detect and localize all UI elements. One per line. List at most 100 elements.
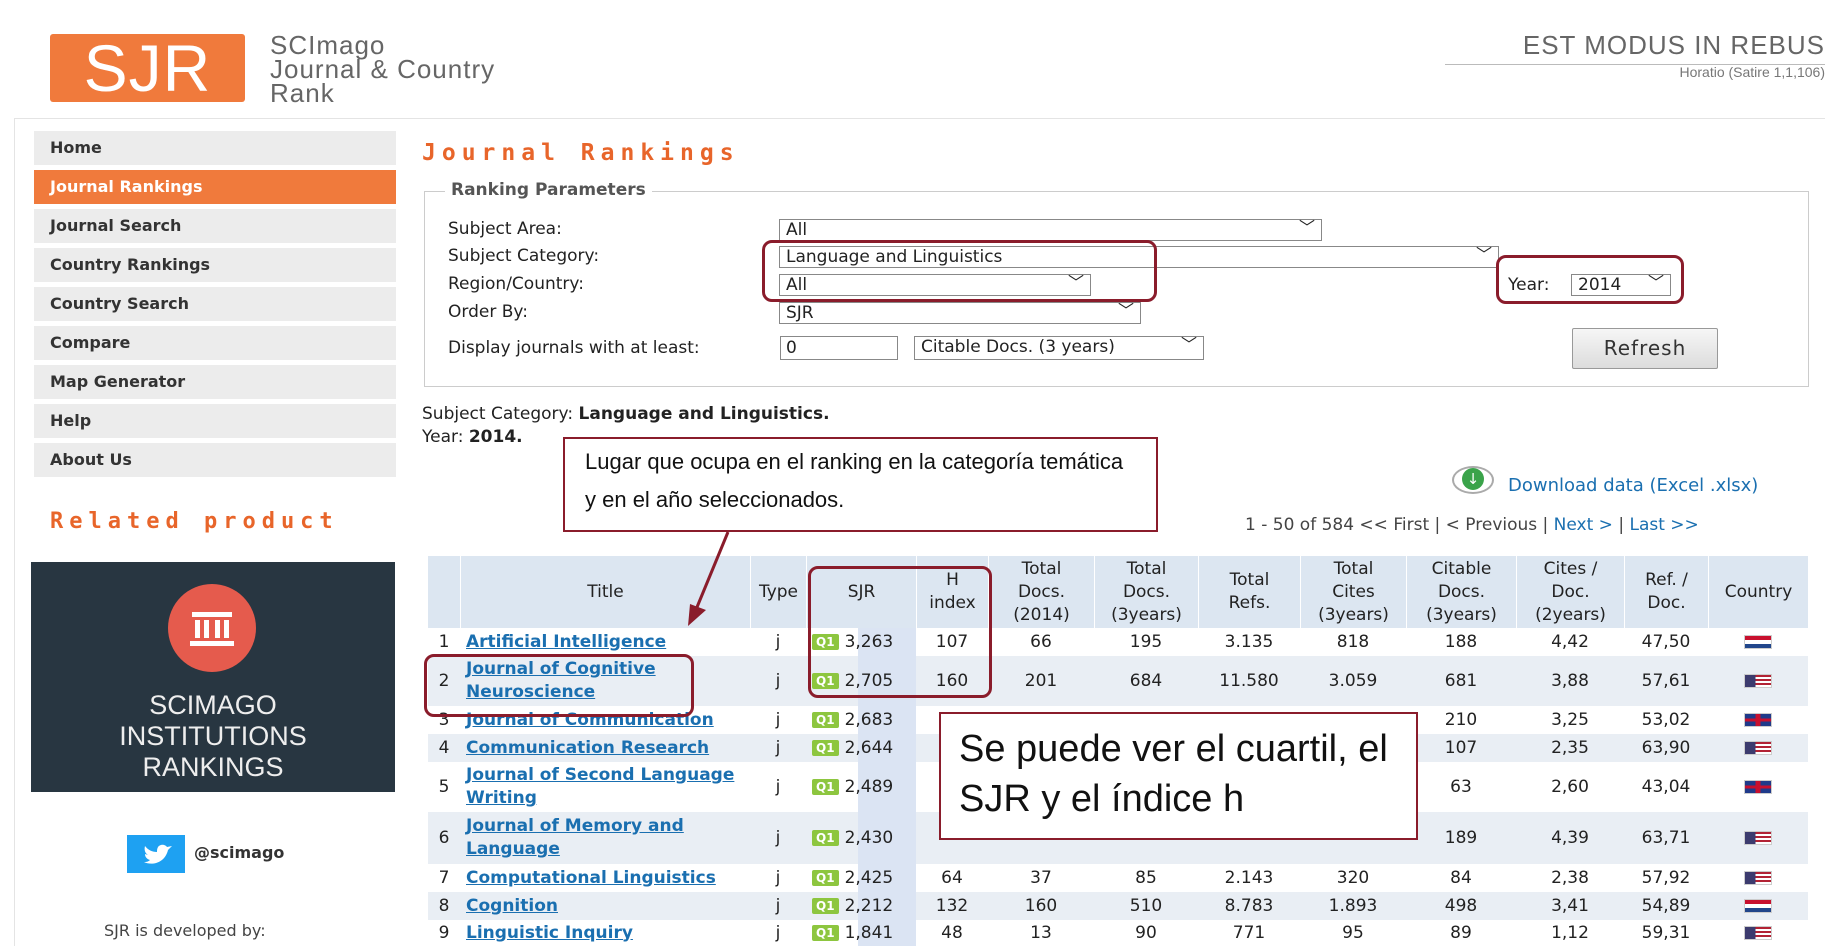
motto: EST MODUS IN REBUS	[1445, 30, 1825, 65]
subject-area-select[interactable]: All ﹀	[779, 218, 1322, 241]
sjr-cell: Q1 2,425	[812, 864, 916, 892]
twitter-handle[interactable]: @scimago	[194, 843, 284, 862]
title-cell: Journal of Second Language Writing	[466, 762, 746, 812]
order-by-select[interactable]: SJR ﹀	[779, 301, 1141, 324]
col-total-docs-2014[interactable]: Total Docs. (2014)	[988, 556, 1094, 628]
country-cell	[1708, 762, 1808, 812]
twitter-icon[interactable]	[127, 835, 185, 873]
chevron-down-icon: ﹀	[1180, 335, 1197, 354]
subject-area-label: Subject Area:	[448, 219, 562, 239]
institutions-rankings-banner[interactable]: SCIMAGO INSTITUTIONS RANKINGS	[31, 562, 395, 792]
sjr-value: 2,489	[844, 777, 894, 797]
sjr-value: 2,430	[844, 828, 894, 848]
cites-doc-cell: 4,39	[1551, 828, 1589, 848]
sidebar-item-journal-rankings[interactable]: Journal Rankings	[34, 170, 396, 204]
col-country[interactable]: Country	[1708, 556, 1808, 628]
title-cell: Artificial Intelligence	[466, 628, 746, 656]
highlight-category-region	[762, 240, 1157, 302]
motto-source: Horatio (Satire 1,1,106)	[1679, 64, 1825, 80]
chevron-down-icon: ﹀	[1475, 245, 1492, 264]
country-cell	[1708, 734, 1808, 762]
ref-doc-cell: 43,04	[1641, 777, 1691, 797]
netherlands-flag-icon	[1744, 899, 1772, 913]
journal-title-link[interactable]: Journal of Second Language Writing	[466, 764, 746, 810]
chevron-down-icon: ﹀	[1298, 218, 1315, 237]
sjr-value: 2,425	[844, 868, 894, 888]
journal-title-link[interactable]: Artificial Intelligence	[466, 631, 666, 654]
min-docs-input[interactable]: 0	[780, 336, 898, 360]
cites-doc-cell: 2,35	[1551, 738, 1589, 758]
type-cell: j	[775, 710, 781, 730]
sidebar-item-compare[interactable]: Compare	[34, 326, 396, 360]
country-cell	[1708, 656, 1808, 706]
col-type[interactable]: Type	[750, 556, 806, 628]
uk-flag-icon	[1744, 713, 1772, 727]
journal-title-link[interactable]: Computational Linguistics	[466, 867, 716, 890]
type-cell: j	[775, 868, 781, 888]
ref-doc-cell: 47,50	[1641, 632, 1691, 652]
rank-cell: 6	[438, 828, 450, 848]
netherlands-flag-icon	[1744, 635, 1772, 649]
ref-doc-cell: 54,89	[1641, 896, 1691, 916]
type-cell: j	[775, 671, 781, 691]
col-total-refs[interactable]: Total Refs.	[1198, 556, 1300, 628]
min-docs-type-select[interactable]: Citable Docs. (3 years) ﹀	[914, 335, 1204, 360]
ref-doc-cell: 57,61	[1641, 671, 1691, 691]
sjr-logo[interactable]: SJR	[50, 34, 245, 102]
region-label: Region/Country:	[448, 274, 584, 294]
uk-flag-icon	[1744, 780, 1772, 794]
sjr-value: 2,683	[844, 710, 894, 730]
quartile-badge: Q1	[812, 898, 839, 914]
next-page-link[interactable]: Next >	[1554, 515, 1613, 535]
journal-title-link[interactable]: Cognition	[466, 895, 558, 918]
subject-category-label: Subject Category:	[448, 246, 600, 266]
quartile-badge: Q1	[812, 779, 839, 795]
callout-arrow	[688, 531, 730, 626]
col-total-cites-3y[interactable]: Total Cites (3years)	[1300, 556, 1406, 628]
chevron-down-icon: ﹀	[1117, 301, 1134, 320]
sidebar-item-country-search[interactable]: Country Search	[34, 287, 396, 321]
rank-cell: 7	[438, 868, 450, 888]
last-page-link[interactable]: Last >>	[1629, 515, 1698, 535]
h-cell: 64	[941, 868, 963, 888]
col-cites-per-doc[interactable]: Cites / Doc. (2years)	[1516, 556, 1624, 628]
sidebar-item-about-us[interactable]: About Us	[34, 443, 396, 477]
pagination-range: 1 - 50 of 584 << First | < Previous |	[1245, 515, 1554, 535]
type-cell: j	[775, 828, 781, 848]
page-title: Journal Rankings	[422, 140, 740, 166]
title-cell: Linguistic Inquiry	[466, 920, 746, 946]
country-cell	[1708, 920, 1808, 946]
summary-year-label: Year:	[422, 427, 469, 447]
table-row: 9 Linguistic Inquiry Q1 1,841 j 48 13 90 771 95 89…	[428, 920, 1808, 946]
sidebar-item-country-rankings[interactable]: Country Rankings	[34, 248, 396, 282]
sidebar-item-journal-search[interactable]: Journal Search	[34, 209, 396, 243]
citable3y-cell: 681	[1444, 671, 1478, 691]
col-total-docs-3y[interactable]: Total Docs. (3years)	[1094, 556, 1198, 628]
citable3y-cell: 210	[1444, 710, 1478, 730]
cites3y-cell: 320	[1336, 868, 1370, 888]
sjr-value: 2,644	[844, 738, 894, 758]
download-data-link[interactable]: Download data (Excel .xlsx)	[1508, 475, 1758, 496]
sidebar-divider	[14, 118, 15, 946]
download-icon[interactable]: ↓	[1462, 468, 1484, 490]
journal-title-link[interactable]: Communication Research	[466, 737, 709, 760]
sidebar-item-map-generator[interactable]: Map Generator	[34, 365, 396, 399]
subject-area-value: All	[786, 220, 808, 240]
cites-doc-cell: 1,12	[1551, 923, 1589, 943]
docs3y-cell: 90	[1135, 923, 1157, 943]
table-row: 1 Artificial Intelligence Q1 3,263 j 107 66 195…	[428, 628, 1808, 656]
col-refs-per-doc[interactable]: Ref. / Doc.	[1624, 556, 1708, 628]
journal-title-link[interactable]: Journal of Memory and Language	[466, 815, 746, 861]
sjr-cell: Q1 2,683	[812, 706, 916, 734]
sidebar-item-home[interactable]: Home	[34, 131, 396, 165]
summary-year: Year: 2014.	[422, 427, 523, 447]
col-citable-docs-3y[interactable]: Citable Docs. (3years)	[1406, 556, 1516, 628]
refs-cell: 3.135	[1224, 632, 1274, 652]
cites-doc-cell: 4,42	[1551, 632, 1589, 652]
journal-title-link[interactable]: Linguistic Inquiry	[466, 922, 633, 945]
ref-doc-cell: 59,31	[1641, 923, 1691, 943]
refresh-button[interactable]: Refresh	[1572, 328, 1718, 369]
sidebar-item-help[interactable]: Help	[34, 404, 396, 438]
type-cell: j	[775, 923, 781, 943]
cites-doc-cell: 3,41	[1551, 896, 1589, 916]
